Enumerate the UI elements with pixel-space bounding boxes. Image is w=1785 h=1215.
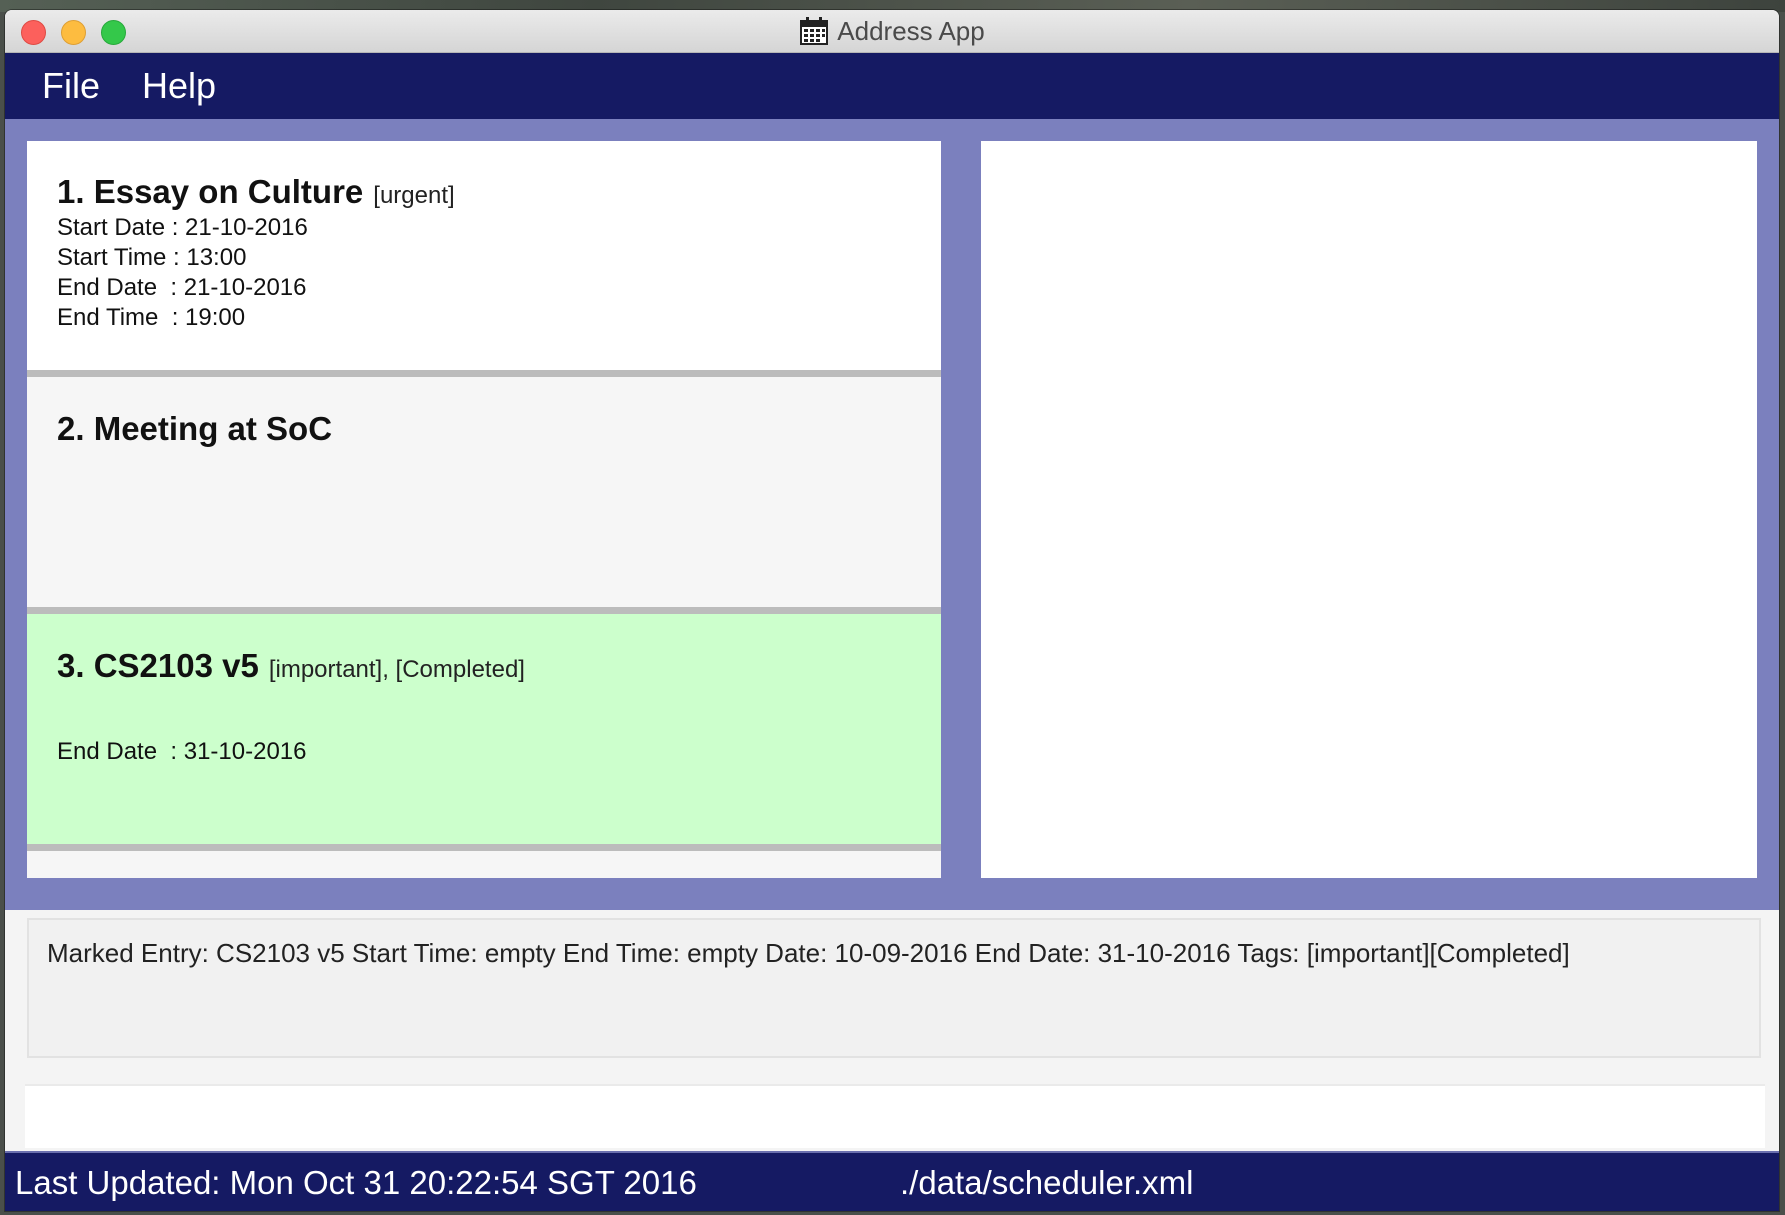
last-updated-status: Last Updated: Mon Oct 31 20:22:54 SGT 20…: [15, 1164, 697, 1201]
task-card-header: 2. Meeting at SoC: [57, 377, 941, 448]
app-window: Address App File Help 1. Essay on Cultur…: [5, 10, 1779, 1211]
task-card-header: 1. Essay on Culture [urgent]: [57, 141, 941, 211]
calendar-icon: [800, 17, 829, 45]
command-input[interactable]: [25, 1086, 1765, 1148]
task-end-time: End Time : 19:00: [57, 304, 246, 331]
window-title-group: Address App: [5, 10, 1779, 52]
task-card-header: 3. CS2103 v5 [important], [Completed]: [57, 614, 941, 685]
task-end-date: End Date : 21-10-2016: [57, 274, 307, 301]
task-title: 3. CS2103 v5: [57, 647, 259, 684]
main-area: 1. Essay on Culture [urgent] Start Date …: [5, 119, 1779, 910]
menu-file[interactable]: File: [42, 65, 100, 107]
card-divider: [27, 844, 941, 851]
title-bar: Address App: [5, 10, 1779, 53]
task-card-2[interactable]: 2. Meeting at SoC: [27, 377, 941, 607]
card-divider: [27, 370, 941, 377]
result-message: Marked Entry: CS2103 v5 Start Time: empt…: [47, 938, 1570, 968]
task-card-1[interactable]: 1. Essay on Culture [urgent] Start Date …: [27, 141, 941, 370]
command-box[interactable]: [25, 1084, 1765, 1148]
menu-help[interactable]: Help: [142, 65, 216, 107]
task-start-date: Start Date : 21-10-2016: [57, 214, 308, 241]
task-list[interactable]: 1. Essay on Culture [urgent] Start Date …: [27, 141, 941, 878]
task-title: 1. Essay on Culture: [57, 173, 364, 210]
detail-panel: [981, 141, 1757, 878]
task-tags: [important], [Completed]: [268, 656, 525, 683]
task-start-time: Start Time : 13:00: [57, 244, 247, 271]
task-tags: [urgent]: [373, 182, 455, 209]
result-display: Marked Entry: CS2103 v5 Start Time: empt…: [27, 918, 1761, 1058]
task-end-date: End Date : 31-10-2016: [57, 738, 307, 765]
card-divider: [27, 607, 941, 614]
save-location-status: ./data/scheduler.xml: [900, 1164, 1194, 1201]
menu-bar: File Help: [5, 53, 1779, 119]
window-title: Address App: [837, 15, 985, 46]
task-card-3[interactable]: 3. CS2103 v5 [important], [Completed] En…: [27, 614, 941, 844]
task-card-partial: [27, 851, 941, 878]
status-bar: Last Updated: Mon Oct 31 20:22:54 SGT 20…: [5, 1151, 1779, 1211]
task-title: 2. Meeting at SoC: [57, 410, 333, 447]
